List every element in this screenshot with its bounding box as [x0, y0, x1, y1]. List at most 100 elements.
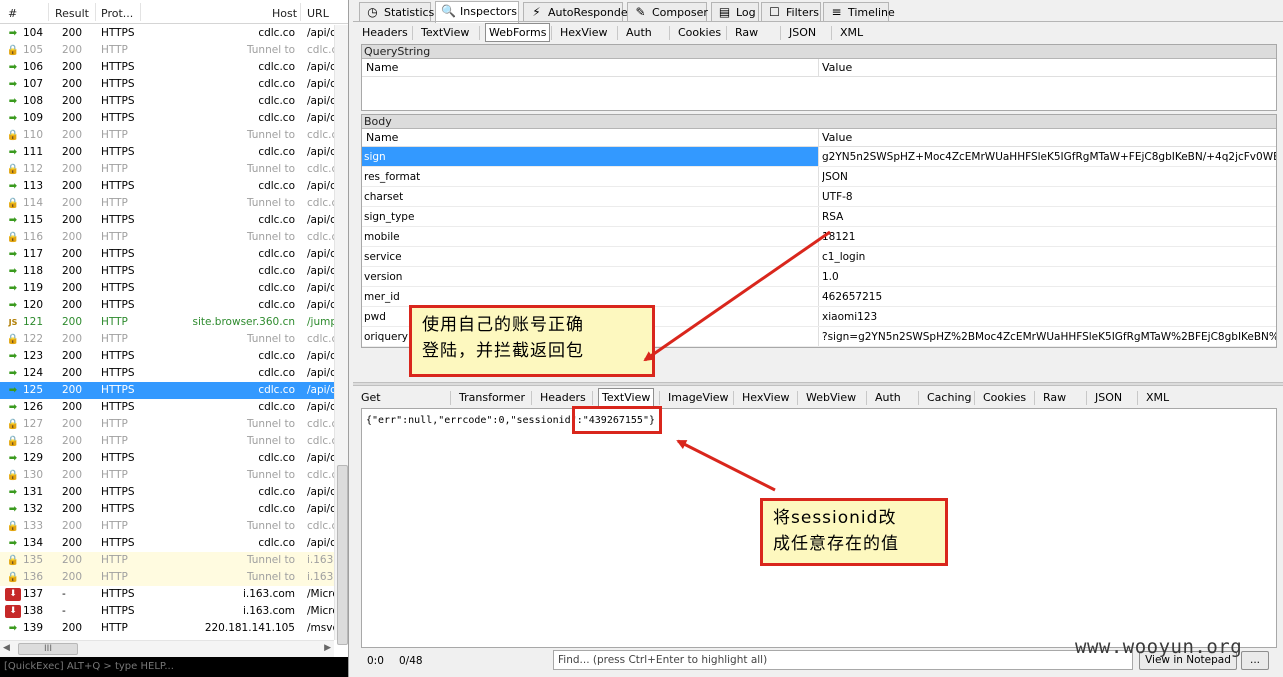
column-header-num[interactable]: #	[8, 7, 17, 20]
request-tab-webforms[interactable]: WebForms	[485, 23, 551, 42]
session-row[interactable]: ➡ 118 200 HTTPS cdlc.co/api/c	[0, 263, 348, 280]
form-field-row[interactable]: service c1_login	[362, 247, 1276, 267]
session-row[interactable]: ➡ 115 200 HTTPS cdlc.co/api/c	[0, 212, 348, 229]
column-header-value[interactable]: Value	[822, 59, 852, 77]
session-row[interactable]: ➡ 134 200 HTTPS cdlc.co/api/c	[0, 535, 348, 552]
response-tab-webview[interactable]: WebView	[803, 389, 859, 407]
form-field-row[interactable]: res_format JSON	[362, 167, 1276, 187]
response-tab-textview[interactable]: TextView	[598, 388, 655, 407]
request-tab-cookies[interactable]: Cookies	[675, 24, 724, 42]
session-row[interactable]: 🔒 114 200 HTTP Tunnel to cdlc.co	[0, 195, 348, 212]
response-tab-raw[interactable]: Raw	[1040, 389, 1069, 407]
panel-splitter[interactable]	[353, 382, 1283, 386]
more-options-button[interactable]: ...	[1241, 651, 1269, 670]
session-url: /api/c	[307, 299, 336, 311]
column-header-name[interactable]: Name	[366, 129, 398, 147]
session-row[interactable]: ⬇ 138- HTTPS i.163.com/Micro	[0, 603, 348, 620]
session-number: 104	[23, 27, 44, 39]
session-row[interactable]: 🔒 105 200 HTTP Tunnel to cdlc.co	[0, 42, 348, 59]
form-field-row[interactable]: sign_type RSA	[362, 207, 1276, 227]
response-tab-xml[interactable]: XML	[1143, 389, 1172, 407]
session-row[interactable]: ➡ 117 200 HTTPS cdlc.co/api/c	[0, 246, 348, 263]
response-tab-transformer[interactable]: Transformer	[456, 389, 528, 407]
session-row[interactable]: 🔒 122 200 HTTP Tunnel to cdlc.co	[0, 331, 348, 348]
session-row[interactable]: ➡ 129 200 HTTPS cdlc.co/api/c	[0, 450, 348, 467]
response-tab-get-syntaxview[interactable]: Get SyntaxView	[358, 389, 428, 422]
column-header-name[interactable]: Name	[366, 59, 398, 77]
session-row[interactable]: ➡ 132 200 HTTPS cdlc.co/api/c	[0, 501, 348, 518]
tab-composer[interactable]: ✎ Composer	[627, 2, 708, 22]
session-row[interactable]: 🔒 135 200 HTTP Tunnel to i.163	[0, 552, 348, 569]
column-header-protocol[interactable]: Prot...	[101, 7, 133, 20]
session-row[interactable]: ➡ 120 200 HTTPS cdlc.co/api/c	[0, 297, 348, 314]
response-tab-imageview[interactable]: ImageView	[665, 389, 732, 407]
field-name: service	[364, 251, 402, 263]
session-row[interactable]: ➡ 113 200 HTTPS cdlc.co/api/c	[0, 178, 348, 195]
session-row[interactable]: 🔒 133 200 HTTP Tunnel to cdlc.co	[0, 518, 348, 535]
session-row[interactable]: ➡ 139 200 HTTP 220.181.141.105/msvc	[0, 620, 348, 637]
session-row[interactable]: 🔒 128 200 HTTP Tunnel to cdlc.co	[0, 433, 348, 450]
session-row[interactable]: ➡ 109 200 HTTPS cdlc.co/api/c	[0, 110, 348, 127]
session-result: -	[62, 605, 66, 617]
response-tab-caching[interactable]: Caching	[924, 389, 974, 407]
tab-statistics[interactable]: ◷ Statistics	[359, 2, 434, 22]
session-row[interactable]: ➡ 106 200 HTTPS cdlc.co/api/c	[0, 59, 348, 76]
request-tab-textview[interactable]: TextView	[418, 24, 472, 42]
session-protocol: HTTP	[101, 469, 128, 481]
response-tab-hexview[interactable]: HexView	[739, 389, 792, 407]
session-row[interactable]: ⬇ 137- HTTPS i.163.com/Micro	[0, 586, 348, 603]
request-tab-headers[interactable]: Headers	[359, 24, 411, 42]
column-header-value[interactable]: Value	[822, 129, 852, 147]
request-tab-auth[interactable]: Auth	[623, 24, 655, 42]
response-tab-auth[interactable]: Auth	[872, 389, 904, 407]
session-row[interactable]: ➡ 131 200 HTTPS cdlc.co/api/c	[0, 484, 348, 501]
session-list-horizontal-scrollbar[interactable]: ◀ III ▶	[0, 640, 334, 657]
tab-filters[interactable]: ☐ Filters	[761, 2, 821, 22]
session-row[interactable]: JS 121 200 HTTP site.browser.360.cn/jump	[0, 314, 348, 331]
scrollbar-thumb[interactable]: III	[18, 643, 78, 655]
session-row[interactable]: ➡ 126 200 HTTPS cdlc.co/api/c	[0, 399, 348, 416]
request-tab-json[interactable]: JSON	[786, 24, 819, 42]
session-row[interactable]: ➡ 108 200 HTTPS cdlc.co/api/c	[0, 93, 348, 110]
scroll-left-icon[interactable]: ◀	[3, 643, 10, 653]
response-tab-cookies[interactable]: Cookies	[980, 389, 1029, 407]
session-row[interactable]: 🔒 127 200 HTTP Tunnel to cdlc.co	[0, 416, 348, 433]
session-row[interactable]: 🔒 110 200 HTTP Tunnel to cdlc.co	[0, 127, 348, 144]
session-row[interactable]: 🔒 130 200 HTTP Tunnel to cdlc.co	[0, 467, 348, 484]
form-field-row[interactable]: charset UTF-8	[362, 187, 1276, 207]
quickexec-input[interactable]: [QuickExec] ALT+Q > type HELP...	[0, 657, 348, 677]
find-input[interactable]: Find... (press Ctrl+Enter to highlight a…	[553, 650, 1133, 670]
session-row[interactable]: ➡ 124 200 HTTPS cdlc.co/api/c	[0, 365, 348, 382]
tab-autoresponder[interactable]: ⚡ AutoResponder	[523, 2, 632, 22]
form-field-row[interactable]: mobile 18121	[362, 227, 1276, 247]
column-header-host[interactable]: Host	[272, 7, 297, 20]
session-row[interactable]: ➡ 125 200 HTTPS cdlc.co/api/c	[0, 382, 348, 399]
scrollbar-thumb[interactable]	[337, 465, 348, 645]
session-row[interactable]: 🔒 116 200 HTTP Tunnel to cdlc.co	[0, 229, 348, 246]
column-header-url[interactable]: URL	[307, 7, 329, 20]
session-host: cdlc.co	[258, 78, 295, 90]
session-row[interactable]: ➡ 107 200 HTTPS cdlc.co/api/c	[0, 76, 348, 93]
request-tab-hexview[interactable]: HexView	[557, 24, 610, 42]
session-row[interactable]: ➡ 119 200 HTTPS cdlc.co/api/c	[0, 280, 348, 297]
session-url: /api/c	[307, 61, 336, 73]
scroll-right-icon[interactable]: ▶	[324, 643, 331, 653]
request-tab-xml[interactable]: XML	[837, 24, 866, 42]
session-row[interactable]: 🔒 112 200 HTTP Tunnel to cdlc.co	[0, 161, 348, 178]
form-field-row[interactable]: mer_id 462657215	[362, 287, 1276, 307]
session-row[interactable]: ➡ 123 200 HTTPS cdlc.co/api/c	[0, 348, 348, 365]
form-field-row[interactable]: version 1.0	[362, 267, 1276, 287]
request-tab-raw[interactable]: Raw	[732, 24, 761, 42]
session-row[interactable]: 🔒 136 200 HTTP Tunnel to i.163	[0, 569, 348, 586]
form-field-row[interactable]: sign g2YN5n2SWSpHZ+Moc4ZcEMrWUaHHFSleK5IG…	[362, 147, 1276, 167]
session-row[interactable]: ➡ 111 200 HTTPS cdlc.co/api/c	[0, 144, 348, 161]
column-header-result[interactable]: Result	[55, 7, 89, 20]
watermark: www.wooyun.org	[1075, 636, 1243, 658]
tab-log[interactable]: ▤ Log	[711, 2, 759, 22]
response-tab-json[interactable]: JSON	[1092, 389, 1125, 407]
session-list-vertical-scrollbar[interactable]	[334, 25, 348, 645]
response-tab-headers[interactable]: Headers	[537, 389, 589, 407]
tab-inspectors[interactable]: 🔍 Inspectors	[435, 1, 519, 23]
session-row[interactable]: ➡ 104 200 HTTPS cdlc.co/api/c	[0, 25, 348, 42]
tab-timeline[interactable]: ≡ Timeline	[823, 2, 895, 22]
